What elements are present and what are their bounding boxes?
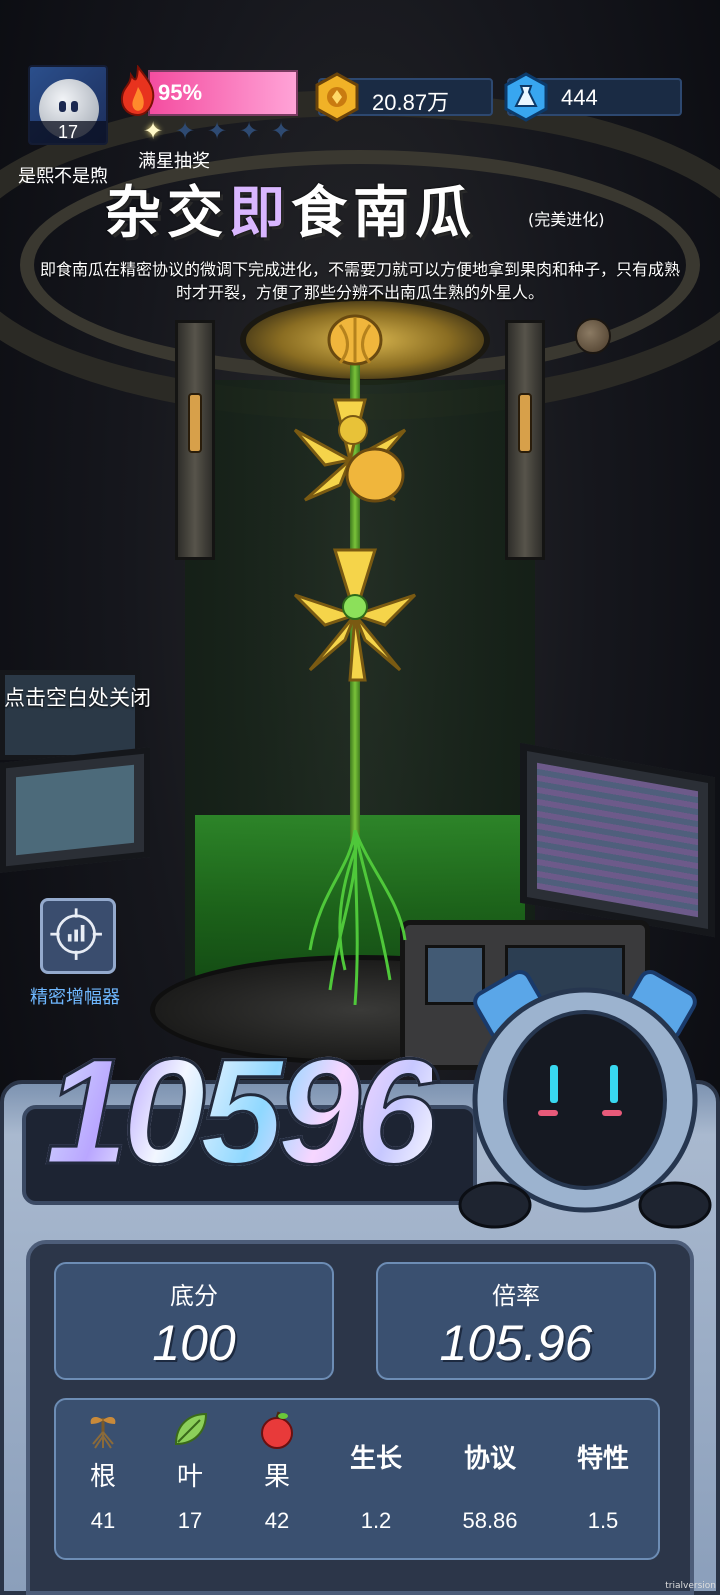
gem-amount: 444 (561, 85, 598, 110)
attribute-root-value: 41 (90, 1508, 116, 1533)
multiplier-value: 105.96 (439, 1315, 593, 1371)
item-title: 杂交即食南瓜 (105, 180, 477, 246)
left-monitor (0, 747, 150, 873)
attribute-breakdown: 根 41 叶 17 果 42 生长 1.2 协议 58.86 特性 1.5 (54, 1398, 660, 1560)
attribute-protocol-label: 协议 (463, 1444, 516, 1474)
flask-gem-icon (504, 72, 548, 122)
robot-mascot (458, 970, 712, 1229)
flame-icon (120, 65, 155, 117)
multiplier-box: 倍率 105.96 (376, 1262, 656, 1380)
energy-percent: 95% (158, 80, 203, 105)
pumpkin-flower-lower (293, 548, 417, 682)
star-empty-icon: ✦ (174, 117, 196, 145)
sprout-icon (90, 1417, 116, 1449)
attribute-growth-value: 1.2 (360, 1508, 392, 1533)
attribute-fruit-label: 果 (263, 1462, 290, 1492)
star-empty-icon: ✦ (238, 117, 260, 145)
player-name: 是熙不是煦 (18, 166, 108, 187)
gold-currency[interactable]: 20.87万 (315, 72, 493, 122)
star-progress[interactable]: ✦ ✦ ✦ ✦ ✦ (140, 118, 294, 146)
evolution-tag: (完美进化) (528, 210, 605, 229)
target-chart-icon (50, 908, 102, 960)
player-level: 17 (30, 121, 106, 143)
precision-amplifier-button[interactable] (40, 898, 116, 974)
right-pillar (505, 320, 545, 560)
star-empty-icon: ✦ (270, 117, 292, 145)
energy-bar: 95% (148, 70, 298, 116)
pumpkin-bud (327, 314, 383, 366)
attribute-root-label: 根 (89, 1462, 116, 1492)
precision-amplifier-label: 精密增幅器 (30, 987, 120, 1008)
total-score: 10596 (43, 1025, 439, 1198)
attribute-leaf-label: 叶 (176, 1462, 203, 1492)
apple-icon (261, 1411, 293, 1449)
gold-amount: 20.87万 (372, 90, 450, 115)
leaf-icon (174, 1412, 208, 1446)
base-score-label: 底分 (170, 1282, 218, 1310)
attribute-growth-label: 生长 (349, 1444, 402, 1474)
right-monitor (520, 742, 715, 938)
left-pillar (175, 320, 215, 560)
attribute-protocol-value: 58.86 (462, 1508, 518, 1533)
item-description: 即食南瓜在精密协议的微调下完成进化，不需要刀就可以方便地拿到果肉和种子，只有成熟… (40, 260, 681, 302)
base-score-value: 100 (152, 1315, 236, 1371)
gold-coin-icon (315, 72, 359, 122)
player-avatar[interactable]: 17 (28, 65, 108, 145)
attribute-fruit-value: 42 (264, 1508, 290, 1533)
title-highlight-char: 即 (229, 180, 291, 246)
star-empty-icon: ✦ (206, 117, 228, 145)
multiplier-label: 倍率 (492, 1282, 540, 1310)
attribute-trait-label: 特性 (576, 1444, 629, 1474)
star-filled-icon: ✦ (142, 117, 164, 145)
base-score-box: 底分 100 (54, 1262, 334, 1380)
plant-roots (308, 830, 407, 1005)
watermark: trialversion (665, 1581, 716, 1591)
close-hint: 点击空白处关闭 (4, 686, 151, 710)
attribute-trait-value: 1.5 (587, 1508, 619, 1533)
pumpkin-flower-upper (293, 398, 407, 503)
floating-orb-decoration (575, 318, 611, 354)
attribute-leaf-value: 17 (177, 1508, 203, 1533)
gem-currency[interactable]: 444 (504, 72, 682, 122)
